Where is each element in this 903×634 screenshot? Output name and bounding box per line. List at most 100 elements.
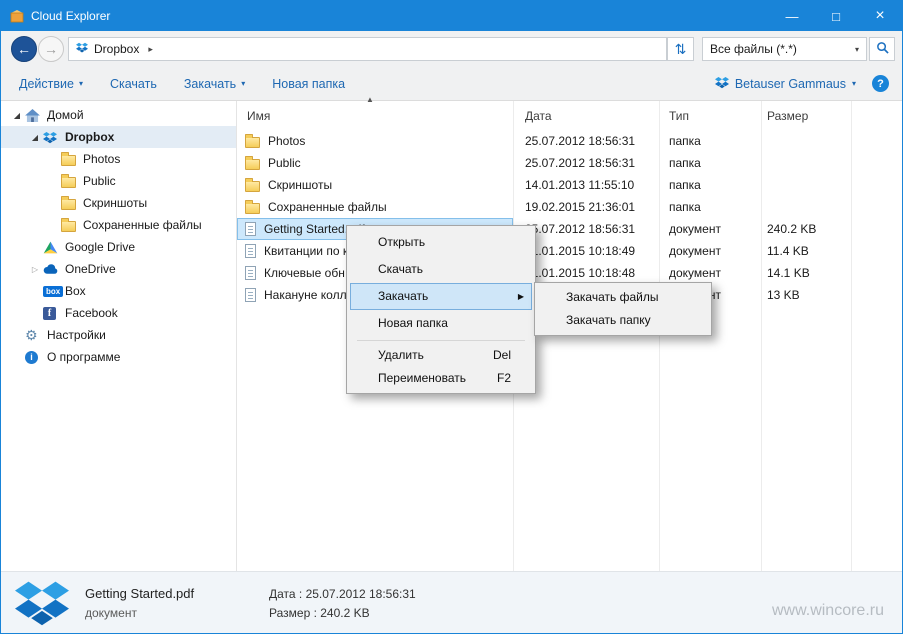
sidebar-item-label: Домой [47,108,84,122]
toolbar: Действие ▾ Скачать Закачать ▾ Новая папк… [1,67,902,101]
column-header-date[interactable]: Дата [513,109,659,123]
sidebar-item-label: Скриншоты [83,196,148,210]
folder-icon [245,155,260,170]
status-file-name: Getting Started.pdf [85,586,195,601]
file-date: 14.01.2013 11:55:10 [525,178,635,192]
account-menu-button[interactable]: Betauser Gammaus ▾ [714,76,856,92]
file-name: Ключевые обн [264,266,345,280]
dropbox-icon [43,131,62,144]
document-icon [245,244,256,258]
sidebar-item-onedrive[interactable]: ▷ OneDrive [1,258,236,280]
menu-separator [357,340,525,341]
sidebar-item-screenshots[interactable]: Скриншоты [1,192,236,214]
file-list: Имя Дата Тип Размер Photos 25.07.2012 18… [237,101,901,571]
sidebar-item-settings[interactable]: ⚙ Настройки [1,324,236,346]
column-header-name[interactable]: Имя [237,101,513,130]
sidebar-item-label: Public [83,174,116,188]
window-title: Cloud Explorer [31,9,111,23]
chevron-down-icon: ▾ [854,44,859,54]
context-menu-delete-label: Удалить [378,348,424,362]
maximize-button[interactable]: □ [814,1,858,31]
refresh-button[interactable]: ⇅ [667,37,694,61]
column-separator [851,101,852,571]
submenu-upload-files[interactable]: Закачать файлы [538,286,708,309]
back-button[interactable]: ← [11,36,37,62]
context-menu: Открыть Скачать Закачать ▶ Новая папка У… [346,225,536,394]
chevron-down-icon: ▾ [851,79,856,88]
context-menu-delete[interactable]: Удалить Del [350,344,532,367]
file-name: Сохраненные файлы [268,200,387,214]
file-row-getting-started[interactable]: Getting Started.pdf 25.07.2012 18:56:31 … [237,218,901,240]
file-row-receipts[interactable]: Квитанции по к 21.01.2015 10:18:49 докум… [237,240,901,262]
breadcrumb[interactable]: Dropbox ▸ [68,37,667,61]
file-size: 240.2 KB [767,222,817,236]
expanded-triangle-icon[interactable]: ◢ [27,133,43,142]
file-date: 25.07.2012 18:56:31 [525,134,636,148]
context-menu-open[interactable]: Открыть [350,229,532,256]
file-name: Квитанции по к [264,244,349,258]
file-filter-dropdown[interactable]: Все файлы (*.*) ▾ [702,37,867,61]
folder-icon [61,195,80,210]
breadcrumb-chevron-icon[interactable]: ▸ [148,44,153,55]
search-icon [876,41,889,57]
action-menu-label: Действие [19,76,74,91]
context-menu-rename-label: Переименовать [378,371,466,385]
upload-label: Закачать [183,76,237,91]
file-size: 13 KB [767,288,800,302]
file-row-key-updates[interactable]: Ключевые обн 21.01.2015 10:18:48 докумен… [237,262,901,284]
titlebar: Cloud Explorer — □ × [1,1,902,31]
column-header-size[interactable]: Размер [761,109,851,123]
shortcut-label: F2 [496,371,511,385]
document-icon [245,266,256,280]
sidebar-item-label: Facebook [65,306,118,320]
folder-icon [245,133,260,148]
help-button[interactable]: ? [872,75,889,92]
sidebar-tree: ◢ Домой ◢ Dropbox Photos Public Скриншот… [1,101,237,571]
expanded-triangle-icon[interactable]: ◢ [9,111,25,120]
file-name: Скриншоты [268,178,333,192]
sidebar-item-dropbox[interactable]: ◢ Dropbox [1,126,236,148]
context-menu-rename[interactable]: Переименовать F2 [350,367,532,390]
sidebar-item-label: Сохраненные файлы [83,218,202,232]
context-menu-new-folder[interactable]: Новая папка [350,310,532,337]
shortcut-label: Del [492,348,511,362]
file-row-screenshots[interactable]: Скриншоты 14.01.2013 11:55:10 папка [237,174,901,196]
column-header-type[interactable]: Тип [659,109,761,123]
context-menu-upload[interactable]: Закачать ▶ [350,283,532,310]
file-type: папка [669,200,701,214]
sidebar-item-public[interactable]: Public [1,170,236,192]
status-file-type: документ [85,606,137,620]
breadcrumb-item[interactable]: Dropbox [94,42,139,56]
window-controls: — □ × [770,1,902,31]
upload-menu-button[interactable]: Закачать ▾ [184,77,245,91]
minimize-button[interactable]: — [770,1,814,31]
file-row-saved-files[interactable]: Сохраненные файлы 19.02.2015 21:36:01 па… [237,196,901,218]
file-name: Накануне колл [264,288,347,302]
document-icon [245,288,256,302]
action-menu-button[interactable]: Действие ▾ [19,77,83,91]
file-row-photos[interactable]: Photos 25.07.2012 18:56:31 папка [237,130,901,152]
download-button[interactable]: Скачать [110,77,157,91]
forward-button[interactable]: → [38,36,64,62]
sidebar-item-facebook[interactable]: f Facebook [1,302,236,324]
navigation-bar: ← → Dropbox ▸ ⇅ Все файлы (*.*) ▾ [1,31,902,67]
account-name: Betauser Gammaus [734,76,846,91]
file-row-public[interactable]: Public 25.07.2012 18:56:31 папка [237,152,901,174]
close-button[interactable]: × [858,1,902,31]
new-folder-button[interactable]: Новая папка [272,77,345,91]
sidebar-item-google-drive[interactable]: Google Drive [1,236,236,258]
file-type: папка [669,156,701,170]
sidebar-item-home[interactable]: ◢ Домой [1,104,236,126]
sidebar-item-photos[interactable]: Photos [1,148,236,170]
sidebar-item-label: Dropbox [65,130,115,144]
submenu-upload-folder[interactable]: Закачать папку [538,309,708,332]
onedrive-icon [43,264,62,274]
collapsed-triangle-icon[interactable]: ▷ [27,265,43,274]
sidebar-item-box[interactable]: box Box [1,280,236,302]
sidebar-item-saved-files[interactable]: Сохраненные файлы [1,214,236,236]
search-button[interactable] [869,37,895,61]
context-menu-download[interactable]: Скачать [350,256,532,283]
folder-icon [61,217,80,232]
sidebar-item-label: Box [65,284,86,298]
sidebar-item-about[interactable]: i О программе [1,346,236,368]
